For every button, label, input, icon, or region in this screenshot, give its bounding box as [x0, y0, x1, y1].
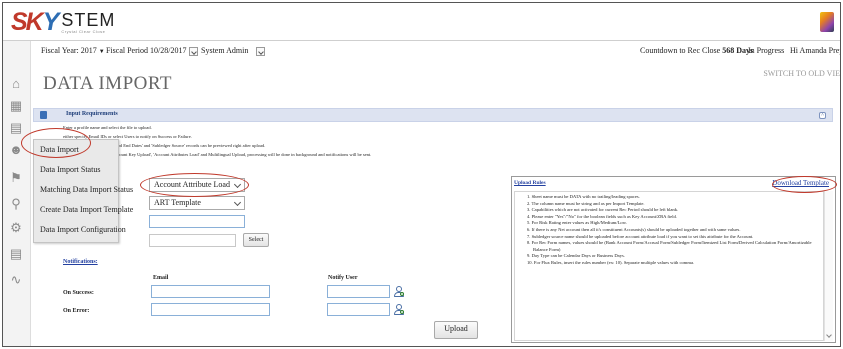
- logo-tagline: Crystal Clear Close: [61, 29, 106, 34]
- rule-item: 10. For Flux Rules, insert the rules num…: [527, 259, 695, 265]
- logo-y: Y: [42, 8, 60, 36]
- info-icon: [40, 111, 47, 119]
- switch-to-old-view-link[interactable]: SWITCH TO OLD VIE: [763, 69, 840, 78]
- search-icon[interactable]: ⚲: [9, 197, 23, 211]
- source-file-input[interactable]: [149, 234, 236, 247]
- role-select[interactable]: System Admin: [201, 46, 266, 56]
- requirement-line: Enter a profile name and select the file…: [63, 125, 152, 130]
- chevron-down-icon: [233, 198, 242, 207]
- on-success-label: On Success:: [63, 290, 94, 296]
- rule-item: 9. Day Type can be Calendar Days or Busi…: [527, 253, 625, 259]
- user-search-icon[interactable]: [394, 286, 404, 298]
- logo-stem: STEM Crystal Clear Close: [61, 10, 116, 34]
- fiscal-year-label: Fiscal Year: 2017: [41, 46, 97, 55]
- rule-item: 3. Capabilities which are not activated …: [527, 207, 679, 213]
- highlight-oval-import-type: [140, 173, 249, 197]
- documents-icon[interactable]: ▤: [9, 121, 23, 135]
- top-header: SK Y STEM Crystal Clear Close: [3, 3, 840, 41]
- rule-item: 6. If there is any Net account then all …: [527, 226, 741, 232]
- success-notify-user-input[interactable]: [327, 285, 390, 298]
- notifications-link[interactable]: Notifications:: [63, 259, 98, 265]
- template-value: ART Template: [154, 198, 201, 207]
- input-requirements-bar[interactable]: Input Requirements ˄: [33, 108, 833, 122]
- rule-item: 1. Sheet name must be DATA with no trail…: [527, 194, 640, 199]
- upload-rules-list: 1. Sheet name must be DATA with no trail…: [514, 191, 824, 341]
- report-icon[interactable]: ▤: [9, 247, 23, 261]
- settings-icon[interactable]: ⚙: [9, 221, 23, 235]
- grid-icon[interactable]: ▦: [9, 99, 23, 113]
- logo-sk: SK: [11, 8, 44, 36]
- rule-item: 2. The column name must be string and as…: [527, 200, 645, 206]
- chart-icon[interactable]: ∿: [9, 273, 23, 287]
- status-label: In Progress: [748, 46, 785, 55]
- fiscal-period-select[interactable]: Fiscal Period 10/28/2017: [106, 46, 199, 56]
- rule-item: 8. For Rec Form names, values should be …: [527, 240, 812, 246]
- home-icon[interactable]: ⌂: [9, 77, 23, 91]
- rule-item: Balance Form): [533, 246, 561, 252]
- menu-item-create-data-import-template[interactable]: Create Data Import Template: [40, 205, 133, 214]
- error-email-input[interactable]: [151, 303, 270, 316]
- user-menu[interactable]: Hi Amanda Prep ▼: [790, 46, 841, 55]
- menu-item-matching-data-import-status[interactable]: Matching Data Import Status: [40, 185, 133, 194]
- page-title: DATA IMPORT: [43, 73, 172, 94]
- rule-item: 4. Please enter "Yes"/"No" for the boole…: [527, 213, 677, 219]
- fiscal-period-label: Fiscal Period 10/28/2017: [106, 46, 187, 55]
- upload-button[interactable]: Upload: [434, 321, 478, 339]
- email-column-label: Email: [153, 275, 169, 281]
- upload-rules-title[interactable]: Upload Rules: [514, 180, 546, 186]
- rule-item: 7. Subledger source name should be uploa…: [527, 233, 754, 239]
- brand-corner-icon: [820, 12, 834, 32]
- caret-down-icon: ▼: [98, 49, 105, 55]
- fiscal-year-select[interactable]: Fiscal Year: 2017 ▼: [41, 46, 105, 55]
- skystem-logo[interactable]: SK Y STEM Crystal Clear Close: [11, 7, 115, 37]
- logo-stem-text: STEM: [61, 10, 116, 30]
- select-file-button[interactable]: Select: [243, 233, 269, 247]
- user-greeting: Hi Amanda Prep: [790, 46, 841, 55]
- highlight-oval-data-import: [21, 128, 91, 158]
- rule-item: 5. For Risk Rating enter values as High/…: [527, 220, 627, 226]
- template-select[interactable]: ART Template: [149, 196, 245, 210]
- profile-name-input[interactable]: [149, 215, 245, 228]
- countdown-label: Countdown to Rec Close: [640, 46, 721, 55]
- info-bar: Fiscal Year: 2017 ▼ Fiscal Period 10/28/…: [33, 43, 841, 58]
- user-search-icon[interactable]: [394, 304, 404, 316]
- success-email-input[interactable]: [151, 285, 270, 298]
- left-sidebar: ⌂ ▦ ▤ ☻ ⚑ ⚲ ⚙ ▤ ∿: [3, 41, 31, 346]
- on-error-label: On Error:: [63, 308, 90, 314]
- input-requirements-label: Input Requirements: [66, 111, 118, 117]
- countdown: Countdown to Rec Close 568 Days: [640, 46, 753, 55]
- notify-user-column-label: Notify User: [328, 275, 358, 281]
- chevron-down-icon: [189, 46, 199, 56]
- upload-rules-panel: Upload Rules Download Template 1. Sheet …: [511, 176, 836, 343]
- menu-item-data-import-status[interactable]: Data Import Status: [40, 165, 100, 174]
- chevron-down-icon: [256, 46, 266, 56]
- menu-item-data-import-configuration[interactable]: Data Import Configuration: [40, 225, 126, 234]
- bank-icon[interactable]: ⚑: [9, 171, 23, 185]
- highlight-oval-download-template: [772, 176, 837, 193]
- collapse-toggle-icon[interactable]: ˄: [819, 112, 826, 119]
- rules-scrollbar[interactable]: [824, 191, 833, 341]
- role-label: System Admin: [201, 46, 249, 55]
- chevron-down-icon[interactable]: [826, 332, 832, 338]
- error-notify-user-input[interactable]: [327, 303, 390, 316]
- app-window: SK Y STEM Crystal Clear Close ⌂ ▦ ▤ ☻ ⚑ …: [2, 2, 841, 347]
